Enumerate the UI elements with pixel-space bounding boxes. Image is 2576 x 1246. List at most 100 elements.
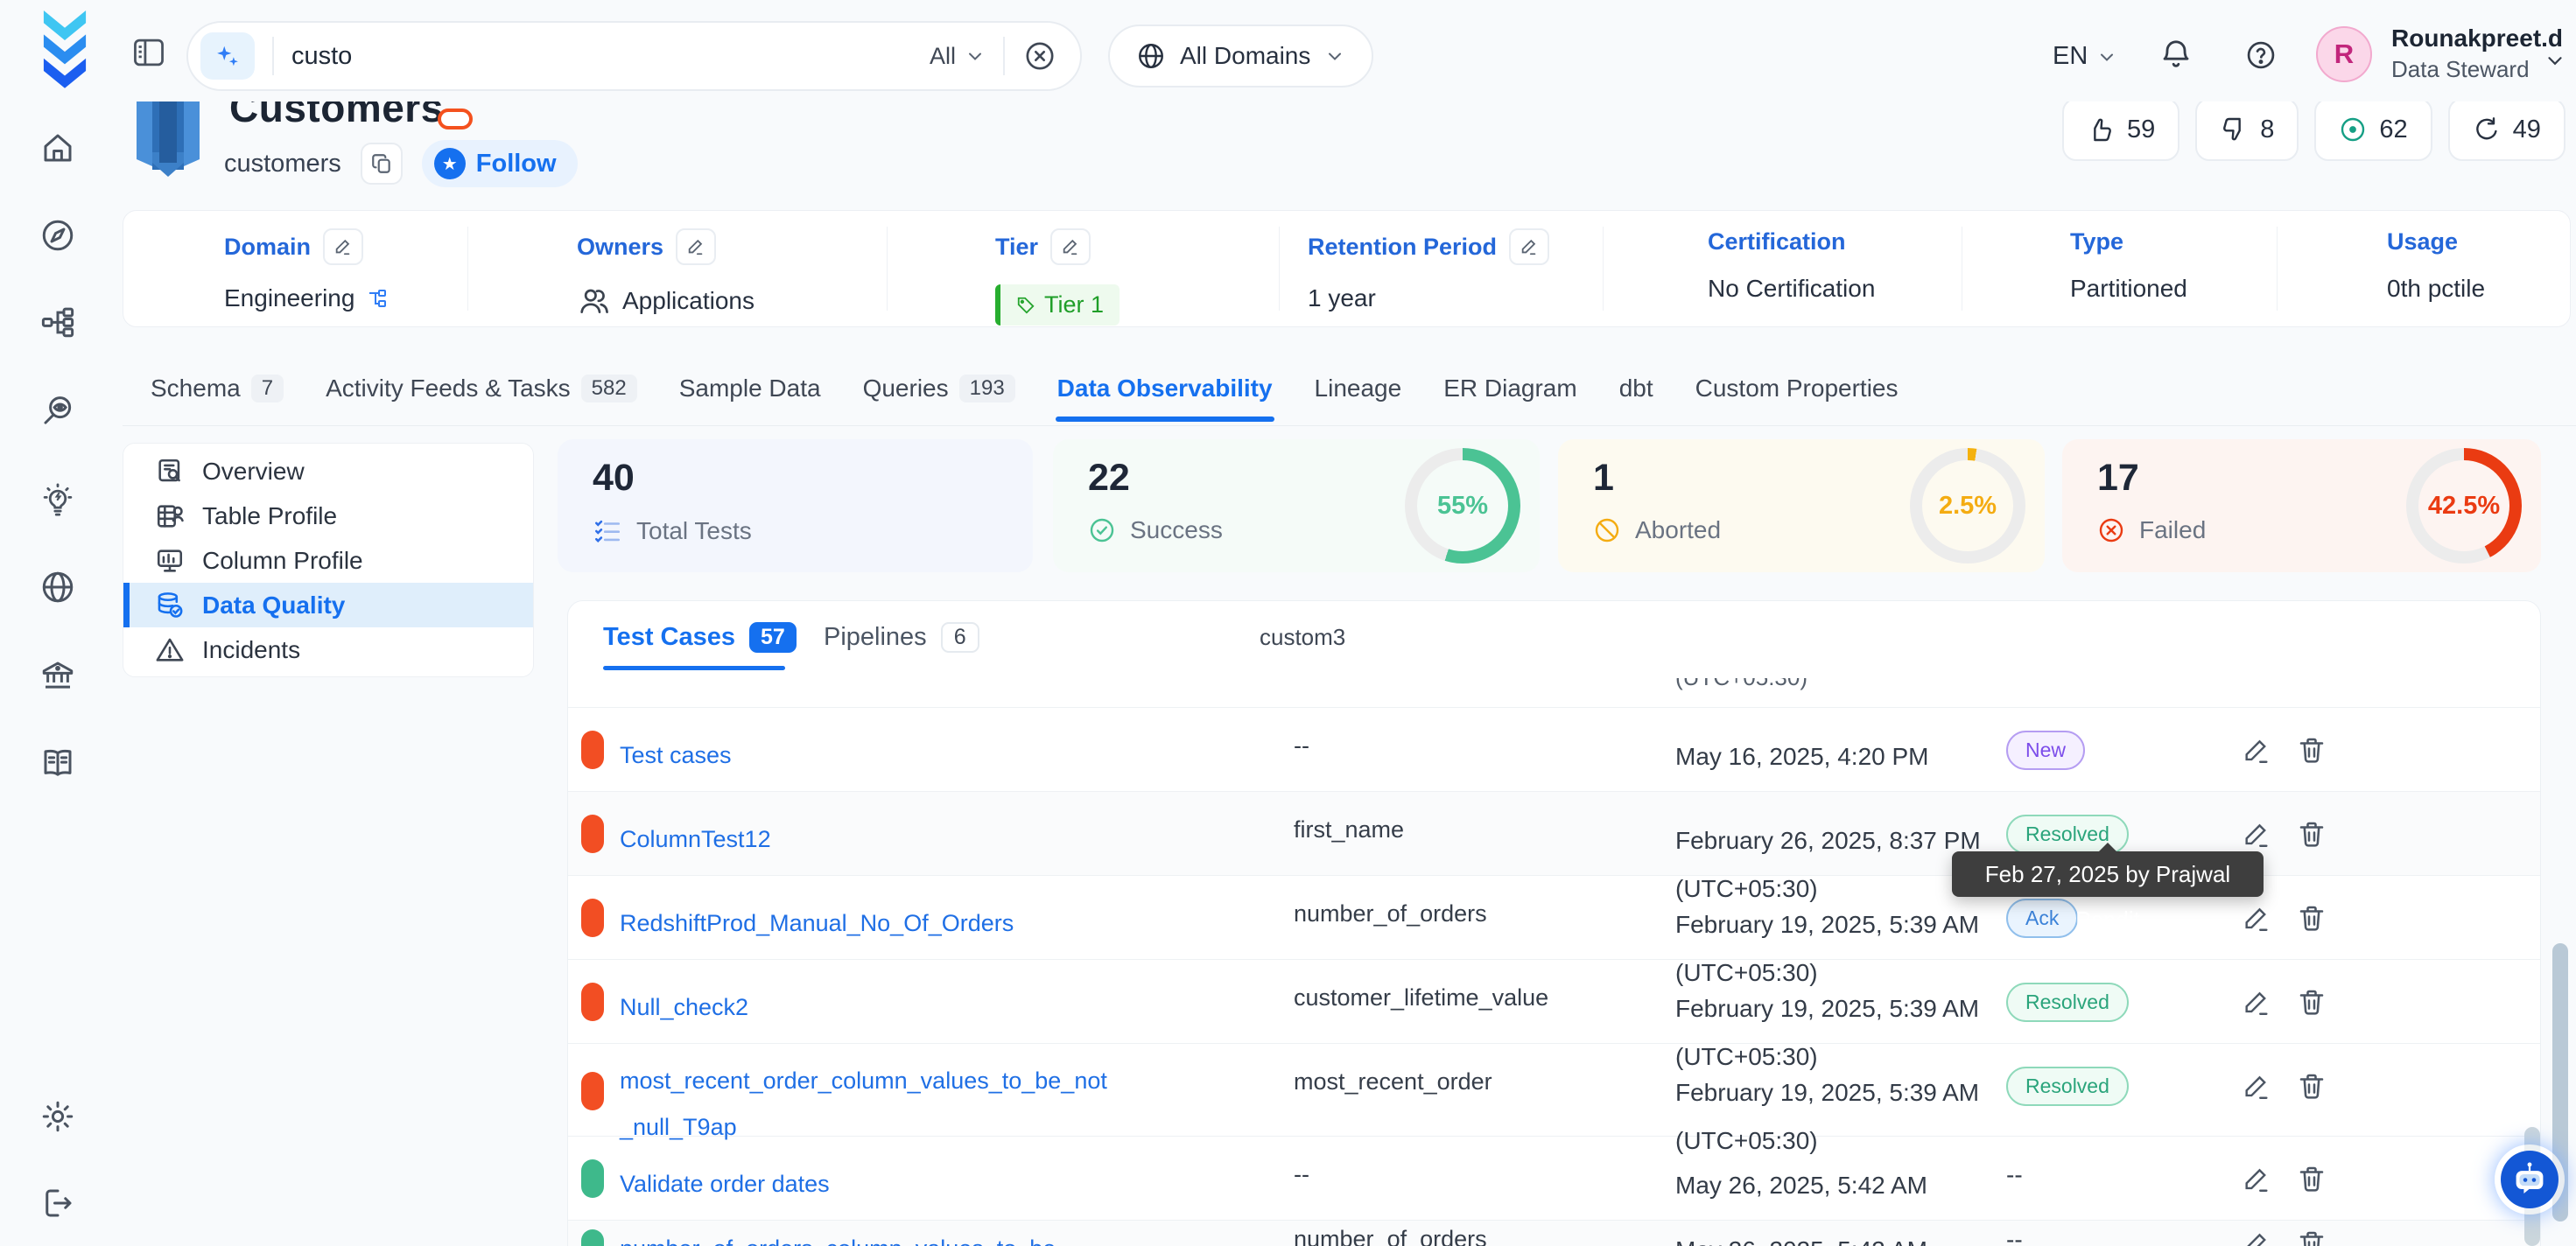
delete-test-button[interactable] <box>2296 818 2327 850</box>
nav-glossary[interactable] <box>35 740 81 786</box>
nav-insights[interactable] <box>35 477 81 522</box>
metadata-certification: Certification No Certification <box>1708 228 1875 303</box>
menu-item-column-profile[interactable]: Column Profile <box>123 538 533 583</box>
language-dropdown[interactable]: EN <box>2053 42 2117 71</box>
edit-tier-button[interactable] <box>1050 228 1091 265</box>
delete-test-button[interactable] <box>2296 902 2327 934</box>
copy-icon <box>370 152 393 175</box>
edit-test-button[interactable] <box>2242 904 2271 934</box>
menu-item-table-profile[interactable]: Table Profile <box>123 494 533 538</box>
edit-test-button[interactable] <box>2242 988 2271 1018</box>
x-circle-icon <box>2097 516 2125 544</box>
nav-settings[interactable] <box>35 1094 81 1139</box>
nav-observability[interactable] <box>35 388 81 434</box>
test-case-link[interactable]: number_of_orders_column_values_to_be_ <box>620 1226 1114 1246</box>
nav-home[interactable] <box>35 125 81 171</box>
team-icon <box>577 284 610 318</box>
delete-test-button[interactable] <box>2296 986 2327 1018</box>
test-case-table: Test cases -- May 16, 2025, 4:20 PM(UTC+… <box>568 707 2540 1246</box>
tab-activity-feeds[interactable]: Activity Feeds & Tasks582 <box>324 366 639 422</box>
copy-name-button[interactable] <box>361 143 403 185</box>
edit-test-button[interactable] <box>2242 820 2271 850</box>
help-button[interactable] <box>2244 38 2278 72</box>
follow-button[interactable]: ★ Follow <box>422 140 578 187</box>
nav-domains[interactable] <box>35 564 81 610</box>
checklist-icon <box>593 516 622 546</box>
versions-button[interactable]: 49 <box>2448 98 2565 161</box>
chatbot-button[interactable] <box>2495 1144 2565 1214</box>
edit-retention-button[interactable] <box>1509 228 1549 265</box>
tab-sample-data[interactable]: Sample Data <box>677 366 823 422</box>
delete-test-button[interactable] <box>2296 1070 2327 1102</box>
clear-search-button[interactable] <box>1022 38 1057 74</box>
tab-lineage[interactable]: Lineage <box>1313 366 1404 422</box>
table-row[interactable]: Validate order dates -- May 26, 2025, 5:… <box>568 1137 2540 1221</box>
watchers-button[interactable]: 62 <box>2314 98 2432 161</box>
test-case-link[interactable]: Null_check2 <box>620 984 1114 1031</box>
table-row[interactable]: Null_check2 customer_lifetime_value Febr… <box>568 960 2540 1044</box>
trash-icon <box>2296 902 2327 934</box>
tab-custom-properties[interactable]: Custom Properties <box>1694 366 1900 422</box>
table-row[interactable]: number_of_orders_column_values_to_be_ nu… <box>568 1221 2540 1246</box>
tab-queries[interactable]: Queries193 <box>861 366 1017 422</box>
table-profile-icon <box>155 501 185 531</box>
table-row[interactable]: most_recent_order_column_values_to_be_no… <box>568 1044 2540 1137</box>
test-case-link[interactable]: Test cases <box>620 732 1114 779</box>
menu-item-data-quality[interactable]: Data Quality <box>123 583 533 627</box>
ai-sparkle-icon[interactable] <box>200 32 255 80</box>
status-badge-empty: -- <box>2006 1226 2023 1246</box>
chevron-down-icon[interactable] <box>2544 49 2566 72</box>
tab-data-observability[interactable]: Data Observability <box>1056 366 1274 422</box>
search-scope-dropdown[interactable]: All <box>930 43 986 70</box>
nav-explore[interactable] <box>35 213 81 258</box>
tooltip: Feb 27, 2025 by Prajwal Pandit <box>1952 851 2264 897</box>
status-badge[interactable]: Resolved <box>2006 983 2129 1022</box>
edit-owners-button[interactable] <box>676 228 716 265</box>
menu-item-incidents[interactable]: Incidents <box>123 627 533 672</box>
tab-pipelines[interactable]: Pipelines6 <box>824 622 979 653</box>
sidebar-toggle-button[interactable] <box>131 37 166 68</box>
circle-dot-icon <box>2339 116 2367 144</box>
search-eye-icon <box>39 393 76 430</box>
test-case-link[interactable]: ColumnTest12 <box>620 816 1114 863</box>
delete-test-button[interactable] <box>2296 1163 2327 1194</box>
tab-er-diagram[interactable]: ER Diagram <box>1442 366 1578 422</box>
edit-test-button[interactable] <box>2242 1165 2271 1194</box>
clipped-previous-row: (UTC+05:30) <box>1675 678 1807 693</box>
edit-test-button[interactable] <box>2242 1229 2271 1246</box>
status-badge[interactable]: Ack <box>2006 899 2078 938</box>
global-search[interactable]: custo All <box>186 21 1082 91</box>
globe-icon <box>1136 41 1166 71</box>
tab-schema[interactable]: Schema7 <box>149 366 285 422</box>
test-case-link[interactable]: Validate order dates <box>620 1161 1114 1208</box>
status-badge-empty: -- <box>2006 1161 2023 1189</box>
user-avatar[interactable]: R <box>2316 26 2372 82</box>
domains-dropdown[interactable]: All Domains <box>1108 24 1373 88</box>
downvote-button[interactable]: 8 <box>2195 98 2299 161</box>
table-row[interactable]: Test cases -- May 16, 2025, 4:20 PM(UTC+… <box>568 708 2540 792</box>
upvote-button[interactable]: 59 <box>2062 98 2179 161</box>
tab-dbt[interactable]: dbt <box>1618 366 1655 422</box>
nav-govern[interactable] <box>35 653 81 698</box>
edit-test-button[interactable] <box>2242 736 2271 766</box>
nav-logout[interactable] <box>35 1180 81 1226</box>
status-badge[interactable]: New <box>2006 731 2085 770</box>
status-square-success <box>581 1229 604 1246</box>
home-icon <box>39 130 76 166</box>
delete-test-button[interactable] <box>2296 1228 2327 1246</box>
tab-test-cases[interactable]: Test Cases57 <box>603 622 797 653</box>
edit-domain-button[interactable] <box>323 228 363 265</box>
user-menu[interactable]: Rounakpreet.d Data Steward <box>2391 24 2563 83</box>
tag-icon <box>1016 296 1035 315</box>
status-square-success <box>581 1159 604 1198</box>
edit-test-button[interactable] <box>2242 1072 2271 1102</box>
app-logo-icon[interactable] <box>33 10 96 91</box>
notifications-button[interactable] <box>2158 37 2193 72</box>
delete-test-button[interactable] <box>2296 734 2327 766</box>
status-badge[interactable]: Resolved <box>2006 1067 2129 1106</box>
nav-lineage[interactable] <box>35 299 81 345</box>
search-input[interactable]: custo <box>291 42 930 71</box>
chevron-down-icon <box>965 46 986 66</box>
menu-item-overview[interactable]: Overview <box>123 449 533 494</box>
test-case-link[interactable]: RedshiftProd_Manual_No_Of_Orders <box>620 900 1114 947</box>
